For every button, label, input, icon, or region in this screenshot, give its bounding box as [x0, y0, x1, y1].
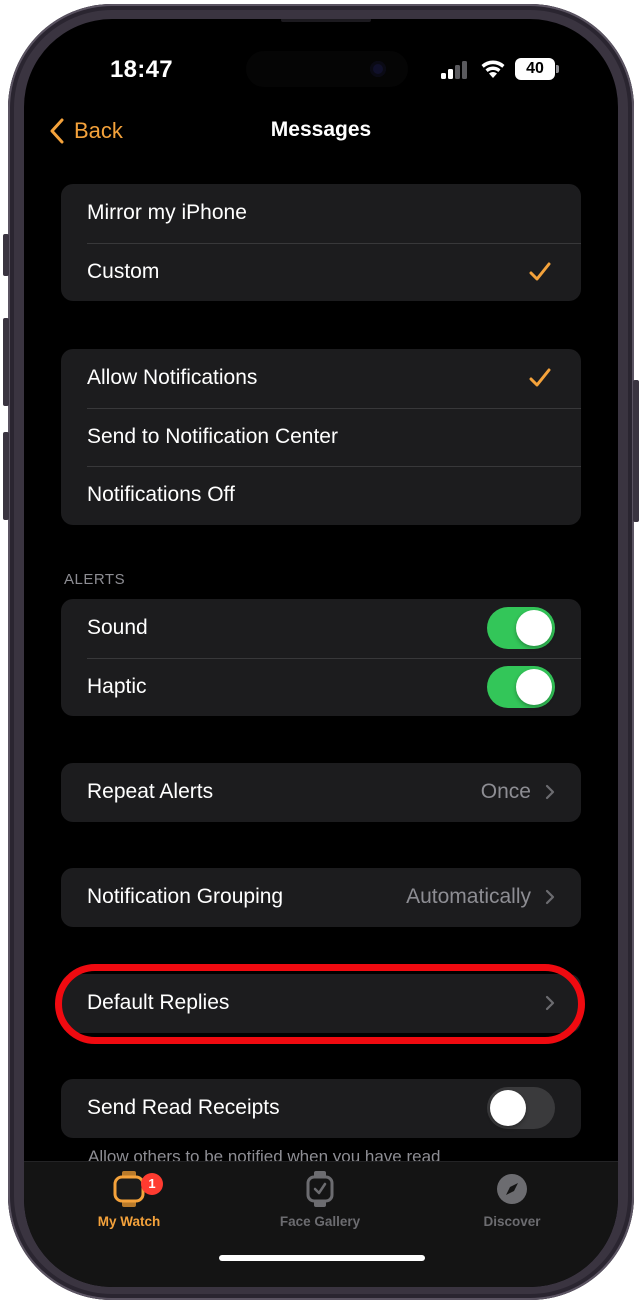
dynamic-island [246, 51, 408, 87]
watch-face-icon [306, 1171, 334, 1207]
read-receipts-label: Send Read Receipts [87, 1096, 280, 1120]
notification-grouping-group: Notification Grouping Automatically [61, 868, 581, 927]
mirror-settings-group: Mirror my iPhone Custom [61, 184, 581, 301]
chevron-right-icon [545, 785, 555, 800]
screen: 18:47 40 Back Messages Mirror my iPhone … [24, 19, 618, 1287]
default-replies-group: Default Replies [61, 974, 581, 1033]
volume-down-button [3, 432, 9, 520]
option-label: Allow Notifications [87, 366, 258, 390]
chevron-right-icon [545, 890, 555, 905]
power-button [633, 380, 639, 522]
tab-label: Discover [483, 1214, 541, 1229]
read-receipts-row: Send Read Receipts [61, 1079, 581, 1138]
volume-up-button [3, 318, 9, 406]
checkmark-icon [529, 262, 551, 281]
repeat-alerts-row[interactable]: Repeat Alerts Once [61, 763, 581, 822]
watch-icon [113, 1171, 145, 1207]
toggle-knob [490, 1090, 526, 1127]
alerts-section-header: ALERTS [64, 571, 126, 588]
sound-label: Sound [87, 616, 148, 640]
tab-my-watch[interactable]: 1 My Watch [59, 1170, 199, 1229]
battery-level: 40 [515, 58, 555, 80]
repeat-alerts-group: Repeat Alerts Once [61, 763, 581, 822]
option-label: Send to Notification Center [87, 424, 338, 448]
notification-grouping-value: Automatically [406, 885, 531, 909]
cellular-signal-icon [441, 61, 471, 79]
notification-settings-group: Allow Notifications Send to Notification… [61, 349, 581, 525]
read-receipts-group: Send Read Receipts [61, 1079, 581, 1138]
notification-grouping-row[interactable]: Notification Grouping Automatically [61, 868, 581, 927]
option-send-to-notification-center[interactable]: Send to Notification Center [61, 407, 581, 467]
checkmark-icon [529, 368, 551, 387]
haptic-row: Haptic [61, 657, 581, 717]
wifi-icon [481, 60, 505, 78]
toggle-knob [516, 610, 552, 647]
tab-label: Face Gallery [279, 1214, 361, 1229]
sound-row: Sound [61, 599, 581, 658]
option-label: Mirror my iPhone [87, 201, 247, 225]
default-replies-row[interactable]: Default Replies [61, 974, 581, 1033]
default-replies-label: Default Replies [87, 991, 230, 1015]
option-label: Custom [87, 259, 160, 283]
sound-toggle[interactable] [487, 607, 555, 650]
option-custom[interactable]: Custom [61, 242, 581, 302]
repeat-alerts-value: Once [480, 780, 531, 804]
option-allow-notifications[interactable]: Allow Notifications [61, 349, 581, 408]
battery-cap [556, 65, 559, 73]
notification-grouping-label: Notification Grouping [87, 885, 284, 909]
chevron-right-icon [545, 996, 555, 1011]
haptic-label: Haptic [87, 674, 147, 698]
status-time: 18:47 [110, 56, 173, 83]
compass-icon [497, 1174, 527, 1204]
toggle-knob [516, 668, 552, 705]
notification-badge: 1 [141, 1173, 163, 1195]
haptic-toggle[interactable] [487, 665, 555, 708]
option-mirror-my-iphone[interactable]: Mirror my iPhone [61, 184, 581, 243]
repeat-alerts-label: Repeat Alerts [87, 780, 214, 804]
home-indicator[interactable] [219, 1255, 425, 1261]
tab-face-gallery[interactable]: Face Gallery [250, 1170, 390, 1229]
tab-discover[interactable]: Discover [442, 1170, 582, 1229]
camera-icon [370, 61, 386, 77]
page-title: Messages [270, 118, 372, 141]
battery-icon: 40 [515, 58, 559, 80]
tab-bar: 1 My Watch Face Gallery Discover [24, 1161, 618, 1287]
alerts-group: Sound Haptic [61, 599, 581, 716]
read-receipts-toggle[interactable] [487, 1087, 555, 1130]
option-label: Notifications Off [87, 483, 235, 507]
action-button [3, 234, 9, 276]
speaker [281, 19, 371, 22]
tab-label: My Watch [97, 1214, 161, 1229]
option-notifications-off[interactable]: Notifications Off [61, 466, 581, 525]
